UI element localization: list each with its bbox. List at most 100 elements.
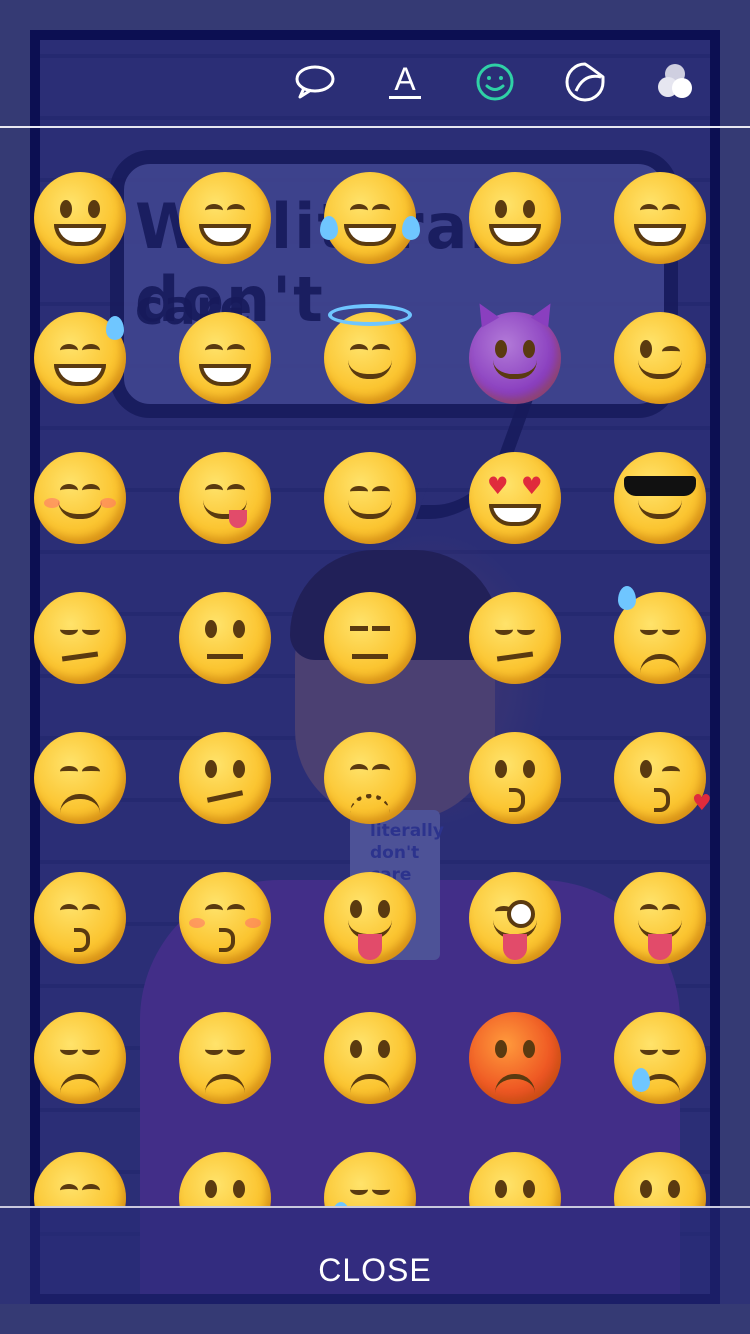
eye: [233, 760, 245, 778]
kissing-smiling-eyes-icon: [34, 872, 126, 964]
eye: [82, 1184, 100, 1197]
eye: [350, 1184, 368, 1195]
emoji-grinning-face[interactable]: [20, 158, 140, 278]
emoji-winking-face[interactable]: [600, 298, 720, 418]
emoji-sunglasses-face[interactable]: [600, 438, 720, 558]
emoji-confused-face[interactable]: [165, 718, 285, 838]
emoji-kissing-smiling-eyes[interactable]: [20, 858, 140, 978]
emoji-crying-face[interactable]: [600, 998, 720, 1118]
emoji-face-partial[interactable]: [455, 1138, 575, 1206]
eye: [60, 624, 78, 635]
emoji-grinning-squinting[interactable]: [600, 158, 720, 278]
mouth: [60, 794, 100, 813]
blush: [245, 918, 261, 928]
emoji-relieved-face[interactable]: [310, 438, 430, 558]
eye: [378, 900, 390, 918]
eye: [523, 1040, 535, 1058]
emoji-tongue-out[interactable]: [310, 858, 430, 978]
emoji-persevering-face[interactable]: [20, 1138, 140, 1206]
grinning-big-eyes-icon: [469, 172, 561, 264]
mouth: [489, 504, 541, 526]
sticker-icon: [565, 62, 605, 102]
emoji-unamused-face[interactable]: [455, 578, 575, 698]
editor-toolbar: A: [0, 40, 750, 126]
emoji-neutral-face[interactable]: [165, 578, 285, 698]
emoji-squinting-tongue[interactable]: [600, 858, 720, 978]
emoji-beaming-face[interactable]: [165, 158, 285, 278]
emoji-expressionless-face[interactable]: [310, 578, 430, 698]
mouth: [348, 500, 392, 519]
color-tool[interactable]: [647, 54, 703, 110]
emoji-smirking-face[interactable]: [20, 578, 140, 698]
emoji-grinning-big-eyes[interactable]: [455, 158, 575, 278]
emoji-heart-eyes[interactable]: ♥ ♥: [455, 438, 575, 558]
kissing-face-icon: [469, 732, 561, 824]
eye: [372, 764, 390, 777]
mouth: [509, 788, 525, 812]
emoji-winking-tongue[interactable]: [455, 858, 575, 978]
eye: [495, 624, 513, 635]
emoji-tears-of-joy[interactable]: [310, 158, 430, 278]
emoji-squinting-laugh[interactable]: [165, 298, 285, 418]
emoji-worried-face[interactable]: [165, 998, 285, 1118]
mouth: [350, 794, 390, 813]
winking-tongue-icon: [469, 872, 561, 964]
mouth: [219, 928, 235, 952]
eye: [640, 204, 658, 217]
kiss-heart-face-icon: ♥: [614, 732, 712, 824]
emoji-downcast-sweat[interactable]: [600, 578, 720, 698]
eye: [233, 620, 245, 638]
halo-smile-icon: [324, 304, 416, 404]
eye: [205, 344, 223, 357]
emoji-sweat-smile[interactable]: [20, 298, 140, 418]
eye: [205, 484, 223, 497]
emoji-blushing-smile[interactable]: [20, 438, 140, 558]
pensive-face-icon: [34, 732, 126, 824]
eye: [60, 200, 72, 218]
mouth: [58, 500, 102, 519]
eye: [523, 340, 535, 358]
emoji-kissing-closed-eyes[interactable]: [165, 858, 285, 978]
emoji-pensive-face[interactable]: [20, 718, 140, 838]
heart-eye: ♥: [487, 472, 509, 500]
emoji-disappointed-face[interactable]: [20, 998, 140, 1118]
eye: [640, 340, 652, 358]
emoji-pouting-face[interactable]: [455, 998, 575, 1118]
emoji-triumph-face[interactable]: [165, 1138, 285, 1206]
tongue-out-icon: [324, 872, 416, 964]
eye: [60, 1044, 78, 1055]
text-tool[interactable]: A: [377, 54, 433, 110]
close-button[interactable]: CLOSE: [275, 1240, 475, 1300]
emoji-confounded-face[interactable]: [310, 718, 430, 838]
beaming-face-icon: [179, 172, 271, 264]
kissing-closed-eyes-icon: [179, 872, 271, 964]
emoji-halo-smile[interactable]: [310, 298, 430, 418]
emoji-sad-sweat[interactable]: [310, 1138, 430, 1206]
eye: [495, 1040, 507, 1058]
eye: [640, 1180, 652, 1198]
emoji-smiling-devil[interactable]: [455, 298, 575, 418]
eye: [227, 904, 245, 917]
blush: [44, 498, 60, 508]
emoji-kiss-heart-face[interactable]: ♥: [600, 718, 720, 838]
eye: [662, 624, 680, 635]
sticker-tool[interactable]: [557, 54, 613, 110]
emoji-kissing-face[interactable]: [455, 718, 575, 838]
speech-bubble-tool[interactable]: [287, 54, 343, 110]
blush: [100, 498, 116, 508]
mouth: [74, 928, 90, 952]
eye: [60, 484, 78, 497]
eye: [662, 204, 680, 217]
face-partial-icon: [469, 1152, 561, 1206]
mouth: [206, 790, 244, 803]
eye: [205, 620, 217, 638]
eye: [640, 1044, 658, 1055]
emoji-tool[interactable]: [467, 54, 523, 110]
mouth: [348, 360, 392, 379]
emoji-yum-face[interactable]: [165, 438, 285, 558]
emoji-angry-face[interactable]: [310, 998, 430, 1118]
eye: [350, 204, 368, 217]
eye: [662, 766, 680, 777]
emoji-upside-partial[interactable]: [600, 1138, 720, 1206]
mouth: [344, 224, 396, 246]
